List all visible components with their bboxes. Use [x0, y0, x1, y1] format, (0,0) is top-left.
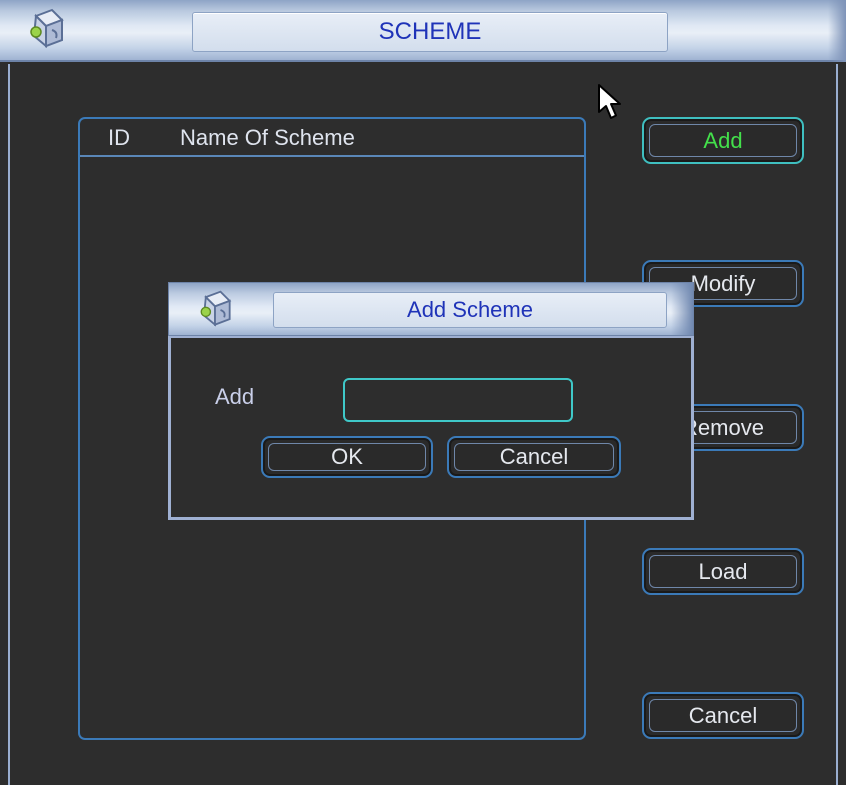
add-button[interactable]: Add — [642, 117, 804, 164]
cube-app-icon — [30, 8, 64, 49]
titlebar-edge — [828, 0, 846, 62]
window-titlebar: SCHEME — [0, 0, 846, 62]
dialog-title: Add Scheme — [273, 292, 667, 328]
scheme-name-label: Add — [215, 384, 255, 409]
frame-left-border — [8, 64, 10, 785]
add-scheme-dialog: Add Scheme Add OK Cancel — [168, 282, 694, 520]
column-name-header: Name Of Scheme — [180, 125, 355, 150]
dialog-titlebar-edge — [671, 283, 693, 335]
scheme-window: SCHEME ID Name Of Scheme Add Modify Remo… — [0, 0, 846, 785]
load-button[interactable]: Load — [642, 548, 804, 595]
column-id-header: ID — [108, 125, 130, 150]
dialog-titlebar: Add Scheme — [168, 282, 694, 336]
mouse-cursor-icon — [598, 84, 621, 119]
dialog-body: Add OK Cancel — [168, 336, 694, 520]
frame-right-border — [836, 64, 838, 785]
cancel-button[interactable]: Cancel — [642, 692, 804, 739]
scheme-list-header: ID Name Of Scheme — [80, 119, 584, 157]
window-title: SCHEME — [192, 12, 668, 52]
scheme-name-input[interactable] — [343, 378, 573, 422]
ok-button[interactable]: OK — [261, 436, 433, 478]
dialog-cancel-button[interactable]: Cancel — [447, 436, 621, 478]
cube-app-icon — [200, 290, 232, 327]
